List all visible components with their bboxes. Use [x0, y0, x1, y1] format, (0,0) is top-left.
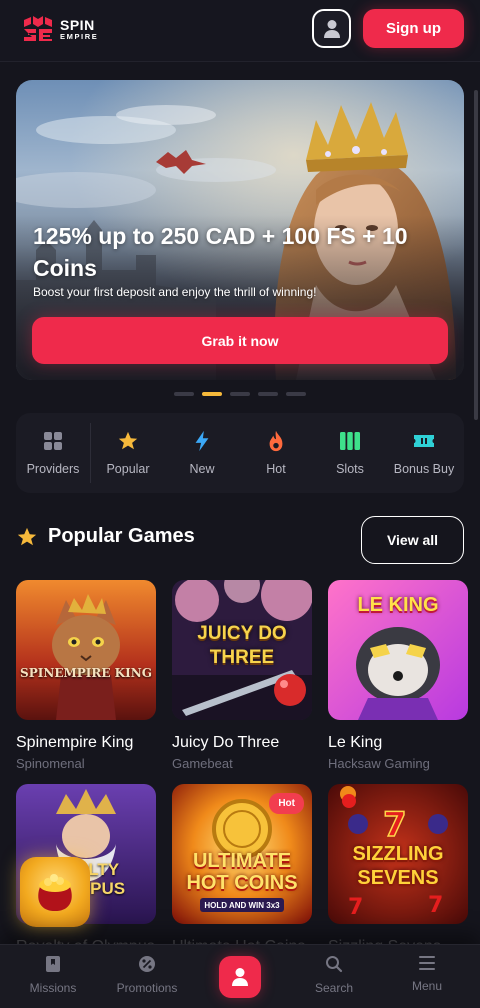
- category-label: Bonus Buy: [393, 462, 455, 476]
- promo-banner[interactable]: 125% up to 250 CAD + 100 FS + 10 Coins B…: [16, 80, 464, 380]
- game-thumbnail[interactable]: 7 7 7 SIZZLING SEVENS: [328, 784, 468, 924]
- grid-icon: [42, 430, 64, 452]
- carousel-dot[interactable]: [286, 392, 306, 396]
- hot-badge: Hot: [269, 793, 304, 814]
- section-header: Popular Games: [16, 525, 195, 548]
- bonus-icon: [342, 794, 356, 808]
- nav-label: Menu: [411, 979, 443, 993]
- game-card[interactable]: LE KING Le King Hacksaw Gaming: [328, 580, 468, 771]
- game-thumbnail[interactable]: SPINEMPIRE KING: [16, 580, 156, 720]
- promo-title: 125% up to 250 CAD + 100 FS + 10 Coins: [33, 223, 408, 281]
- category-label: Providers: [26, 462, 80, 476]
- bottom-navigation: Missions Promotions Search Menu: [0, 944, 480, 1008]
- account-button[interactable]: [312, 9, 351, 48]
- thumbnail-title: JUICY DO THREE: [197, 623, 287, 668]
- game-title: Juicy Do Three: [172, 734, 280, 751]
- game-thumbnail[interactable]: ULTIMATE HOT COINS HOLD AND WIN 3x3 Hot: [172, 784, 312, 924]
- spin-empire-logo-icon: [24, 16, 52, 41]
- top-bar: SPIN EMPIRE Sign up: [0, 0, 480, 62]
- treasure-bonus-button[interactable]: [20, 857, 90, 927]
- section-title: Popular Games: [48, 525, 195, 547]
- nav-search[interactable]: Search: [289, 955, 379, 995]
- category-new[interactable]: New: [165, 413, 239, 493]
- promo-subtitle: Boost your first deposit and enjoy the t…: [33, 285, 317, 299]
- star-icon: [117, 430, 139, 452]
- category-label: Slots: [336, 462, 364, 476]
- category-label: Hot: [266, 462, 286, 476]
- nav-label: Missions: [29, 981, 77, 995]
- carousel-dot[interactable]: [174, 392, 194, 396]
- thumbnail-title: LE KING: [357, 594, 439, 616]
- game-provider: Hacksaw Gaming: [328, 756, 430, 771]
- view-all-button[interactable]: View all: [361, 516, 464, 564]
- thumbnail-title: ULTIMATE HOT COINS: [186, 850, 298, 894]
- star-icon: [17, 527, 37, 545]
- percent-icon: [139, 956, 155, 972]
- category-bonus-buy[interactable]: Bonus Buy: [387, 413, 461, 493]
- sign-up-button[interactable]: Sign up: [363, 9, 464, 48]
- flame-icon: [265, 430, 287, 452]
- page-scrollbar[interactable]: [474, 90, 478, 420]
- carousel-dot[interactable]: [230, 392, 250, 396]
- category-label: Popular: [106, 462, 150, 476]
- logo[interactable]: SPIN EMPIRE: [22, 16, 98, 42]
- game-card[interactable]: ULTIMATE HOT COINS HOLD AND WIN 3x3 Hot …: [172, 784, 312, 956]
- nav-label: Search: [314, 981, 354, 995]
- category-hot[interactable]: Hot: [239, 413, 313, 493]
- game-card[interactable]: JUICY DO THREE Juicy Do Three Gamebeat: [172, 580, 312, 771]
- lightning-icon: [191, 430, 213, 452]
- user-icon: [323, 19, 340, 38]
- thumbnail-title: SIZZLING SEVENS: [352, 843, 444, 889]
- game-provider: Spinomenal: [16, 756, 85, 771]
- game-card[interactable]: SPINEMPIRE KING Spinempire King Spinomen…: [16, 580, 156, 771]
- nav-account-button[interactable]: [219, 956, 261, 998]
- nav-label: Promotions: [116, 981, 178, 995]
- nav-promotions[interactable]: Promotions: [102, 955, 192, 995]
- category-popular[interactable]: Popular: [91, 413, 165, 493]
- user-icon: [232, 968, 248, 986]
- search-icon: [326, 956, 343, 973]
- category-providers[interactable]: Providers: [16, 413, 90, 493]
- treasure-bag-icon: [38, 874, 72, 911]
- carousel-indicators: [174, 392, 306, 396]
- nav-menu[interactable]: Menu: [382, 955, 472, 993]
- category-bar: Providers Popular New Hot Slots Bonus Bu…: [16, 413, 464, 493]
- svg-text:7: 7: [348, 895, 363, 920]
- thumbnail-subtitle: HOLD AND WIN 3x3: [200, 898, 284, 912]
- thumbnail-title: SPINEMPIRE KING: [20, 666, 152, 680]
- svg-text:7: 7: [383, 805, 407, 845]
- nav-missions[interactable]: Missions: [8, 955, 98, 995]
- ticket-icon: [413, 430, 435, 452]
- game-thumbnail[interactable]: LE KING: [328, 580, 468, 720]
- game-thumbnail[interactable]: JUICY DO THREE: [172, 580, 312, 720]
- book-icon: [46, 956, 60, 972]
- carousel-dot-active[interactable]: [202, 392, 222, 396]
- logo-text-empire: EMPIRE: [60, 31, 99, 41]
- game-provider: Gamebeat: [172, 756, 233, 771]
- grab-it-now-button[interactable]: Grab it now: [32, 317, 448, 364]
- carousel-dot[interactable]: [258, 392, 278, 396]
- slots-icon: [339, 430, 361, 452]
- category-slots[interactable]: Slots: [313, 413, 387, 493]
- menu-icon: [419, 956, 435, 970]
- game-title: Spinempire King: [16, 734, 134, 751]
- svg-text:7: 7: [428, 893, 443, 918]
- game-title: Le King: [328, 734, 383, 751]
- logo-text-spin: SPIN: [60, 16, 95, 33]
- category-label: New: [189, 462, 215, 476]
- game-card[interactable]: 7 7 7 SIZZLING SEVENS Sizzling Sevens: [328, 784, 468, 956]
